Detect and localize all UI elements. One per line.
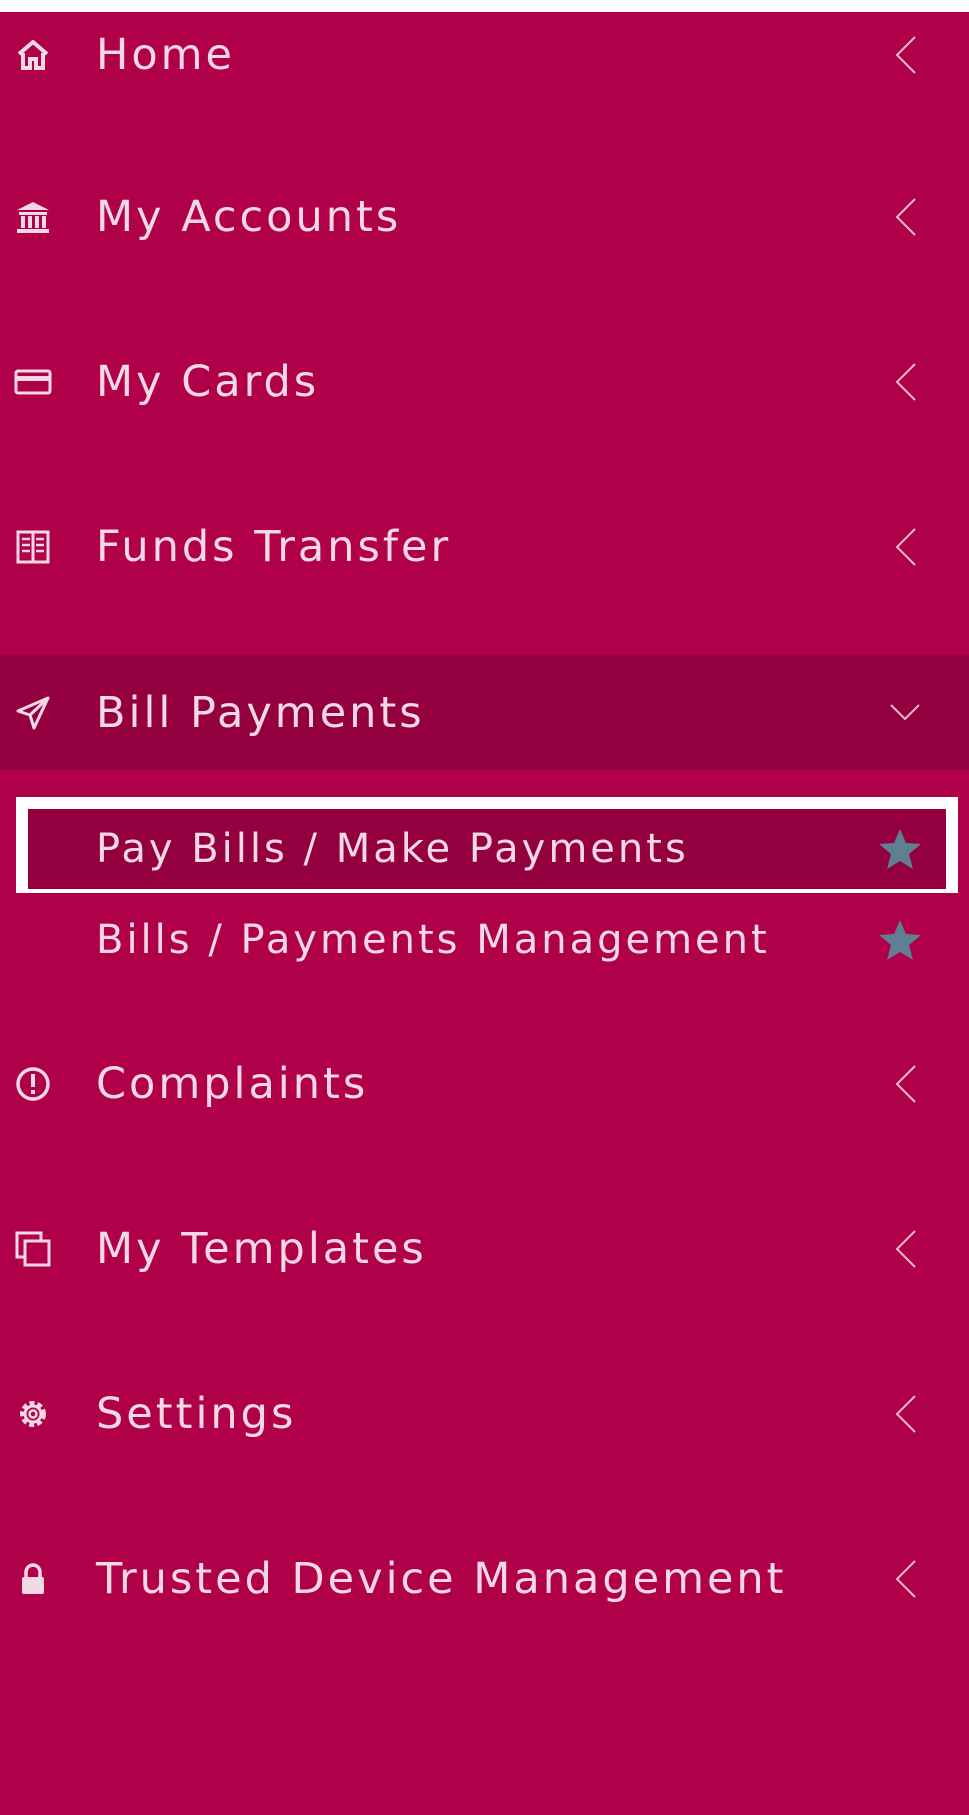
star-icon[interactable] [875,915,925,965]
gear-icon [10,1391,56,1437]
chevron-left-icon [885,1060,925,1108]
copy-icon [10,1226,56,1272]
menu-item-bill-payments[interactable]: Bill Payments [0,655,969,770]
menu-item-trusted-device-management[interactable]: Trusted Device Management [0,1524,969,1634]
submenu-item-label: Pay Bills / Make Payments [96,826,689,872]
submenu-item-pay-bills[interactable]: Pay Bills / Make Payments [0,797,969,893]
card-icon [10,359,56,405]
menu-item-label: My Templates [96,1224,427,1274]
menu-item-label: Complaints [96,1059,369,1109]
star-icon[interactable] [875,824,925,874]
menu-item-label: My Cards [96,357,320,407]
menu-item-my-templates[interactable]: My Templates [0,1194,969,1304]
paper-plane-icon [10,690,56,736]
lock-icon [10,1556,56,1602]
menu-item-my-accounts[interactable]: My Accounts [0,162,969,272]
menu-item-complaints[interactable]: Complaints [0,1029,969,1139]
transfer-icon [10,524,56,570]
chevron-left-icon [885,358,925,406]
menu-item-my-cards[interactable]: My Cards [0,327,969,437]
menu-item-label: Trusted Device Management [96,1554,787,1604]
chevron-left-icon [885,193,925,241]
bank-icon [10,194,56,240]
menu-item-label: Funds Transfer [96,522,452,572]
menu-item-label: Settings [96,1389,297,1439]
home-icon [10,32,56,78]
chevron-down-icon [885,689,925,737]
menu-item-settings[interactable]: Settings [0,1359,969,1469]
chevron-left-icon [885,1225,925,1273]
menu-item-label: My Accounts [96,192,402,242]
chevron-left-icon [885,1555,925,1603]
menu-item-label: Bill Payments [96,687,425,738]
submenu-item-label: Bills / Payments Management [96,917,770,963]
alert-circle-icon [10,1061,56,1107]
menu-item-home[interactable]: Home [0,0,969,110]
chevron-left-icon [885,31,925,79]
chevron-left-icon [885,1390,925,1438]
submenu-item-bills-management[interactable]: Bills / Payments Management [0,900,969,980]
menu-item-funds-transfer[interactable]: Funds Transfer [0,492,969,602]
chevron-left-icon [885,523,925,571]
menu-item-label: Home [96,30,235,80]
